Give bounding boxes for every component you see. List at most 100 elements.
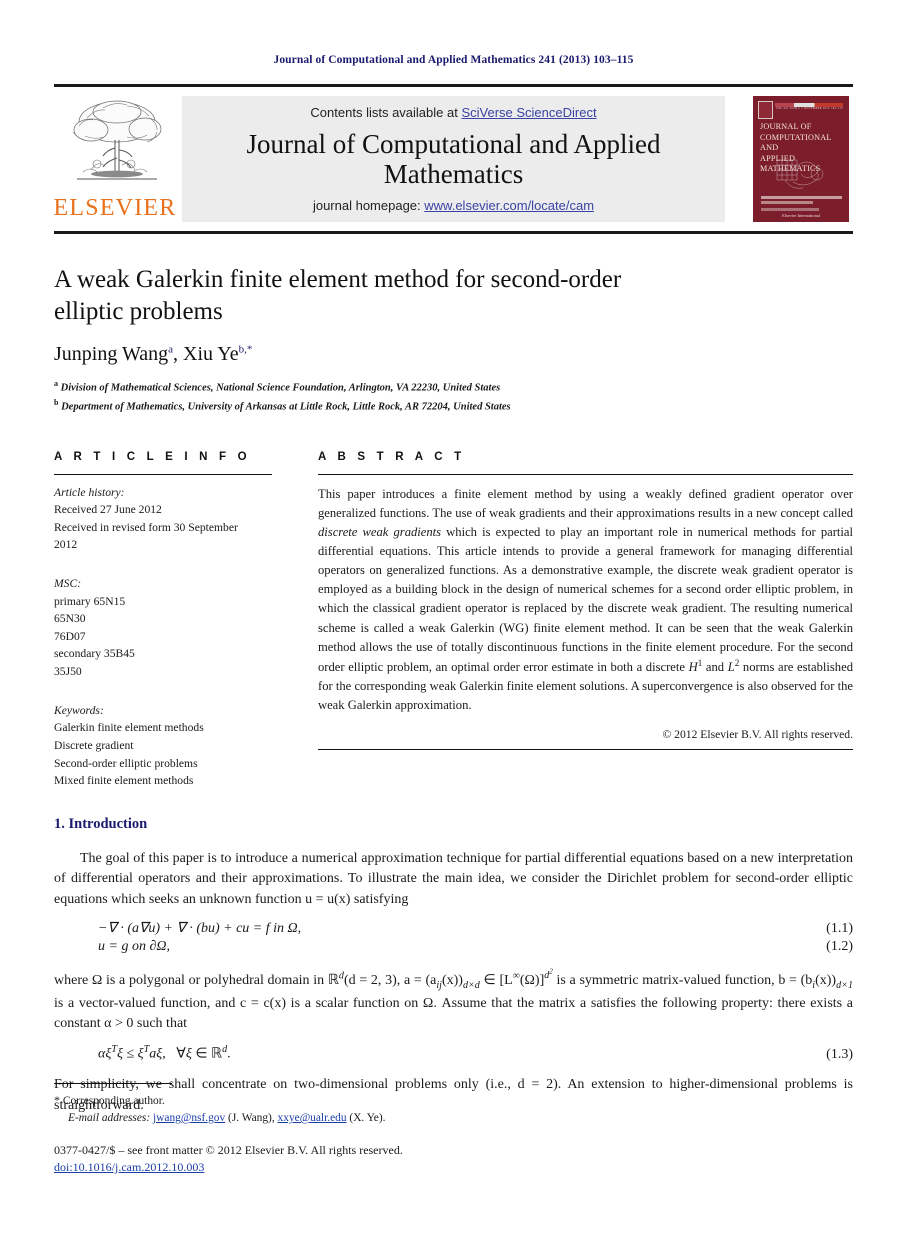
- abstract-copyright: © 2012 Elsevier B.V. All rights reserved…: [662, 728, 853, 742]
- cover-footer-rule-1: [761, 196, 842, 199]
- author-2-affil-mark: b,*: [238, 343, 253, 356]
- page-footer: * Corresponding author. E-mail addresses…: [54, 1082, 853, 1176]
- equation-1-2-number: (1.2): [826, 939, 853, 955]
- para2-dx1-sub: d×1: [836, 979, 853, 991]
- article-history-line-2: Received in revised form 30 September: [54, 520, 238, 534]
- para2-f: is a symmetric matrix-valued function, b…: [552, 973, 813, 989]
- abstract-bottom-rule: [318, 749, 853, 751]
- masthead-bottom-rule: [54, 231, 853, 234]
- abstract-column: A B S T R A C T This paper introduces a …: [318, 451, 853, 751]
- para2-h: is a vector-valued function, and c = c(x…: [54, 995, 853, 1031]
- equation-1-3: αξTξ ≤ ξTaξ, ∀ξ ∈ ℝd. (1.3): [54, 1044, 853, 1063]
- doi-link[interactable]: doi:10.1016/j.cam.2012.10.003: [54, 1160, 204, 1174]
- elsevier-logo: ELSEVIER: [54, 96, 182, 222]
- cover-title-line2: COMPUTATIONAL AND: [760, 132, 832, 153]
- email-link-1[interactable]: jwang@nsf.gov: [153, 1112, 225, 1124]
- para2-g: (x)): [815, 973, 837, 989]
- equation-1-3-body: αξTξ ≤ ξTaξ, ∀ξ ∈ ℝd.: [98, 1044, 231, 1063]
- cover-title-line1: JOURNAL OF: [760, 122, 812, 131]
- email-label: E-mail addresses:: [68, 1111, 151, 1124]
- masthead: ELSEVIER Contents lists available at Sci…: [54, 84, 853, 222]
- para2-b: (d = 2, 3), a = (a: [343, 973, 437, 989]
- cover-artwork: [775, 158, 829, 192]
- sciencedirect-link[interactable]: SciVerse ScienceDirect: [461, 105, 596, 120]
- affiliation-b-text: Department of Mathematics, University of…: [61, 401, 511, 413]
- cover-micro-text: VOL 241 ISSN 21 NOVEMBER 2012 103–115: [776, 107, 843, 110]
- equation-1-1-body: −∇ · (a∇u) + ∇ · (bu) + cu = f in Ω,: [98, 921, 302, 937]
- msc-line-2: 65N30: [54, 612, 86, 626]
- para2-d: ∈ [L: [479, 973, 513, 989]
- contents-prefix: Contents lists available at: [310, 104, 462, 120]
- author-1: Junping Wang: [54, 343, 169, 365]
- footer-imprint: 0377-0427/$ – see front matter © 2012 El…: [54, 1143, 853, 1176]
- homepage-prefix: journal homepage:: [312, 198, 425, 214]
- journal-banner: Contents lists available at SciVerse Sci…: [182, 96, 725, 222]
- info-spacer-1: [54, 554, 272, 566]
- journal-homepage-link[interactable]: www.elsevier.com/locate/cam: [424, 198, 594, 213]
- abstract-text: This paper introduces a finite element m…: [318, 485, 853, 716]
- journal-cover: VOL 241 ISSN 21 NOVEMBER 2012 103–115 JOUR…: [749, 96, 853, 222]
- cover-footer-rule-3: [761, 208, 819, 211]
- keyword-3: Second-order elliptic problems: [54, 756, 198, 770]
- article-page: Journal of Computational and Applied Mat…: [0, 0, 907, 1238]
- msc-line-5: 35J50: [54, 665, 82, 679]
- running-head: Journal of Computational and Applied Mat…: [273, 54, 634, 66]
- corresponding-author-text: Corresponding author.: [62, 1094, 165, 1107]
- para2-dxd-sub: d×d: [462, 979, 480, 991]
- journal-homepage-line: journal homepage: www.elsevier.com/locat…: [313, 198, 594, 213]
- affiliation-a-text: Division of Mathematical Sciences, Natio…: [60, 382, 501, 394]
- msc-block: MSC: primary 65N15 65N30 76D07 secondary…: [54, 575, 272, 681]
- affiliation-b: b Department of Mathematics, University …: [54, 397, 853, 416]
- equation-1-3-number: (1.3): [826, 1047, 853, 1063]
- corresponding-author-note: * Corresponding author.: [54, 1091, 853, 1110]
- affiliation-b-mark: b: [54, 398, 59, 408]
- email-addresses-note: E-mail addresses: jwang@nsf.gov (J. Wang…: [54, 1110, 853, 1127]
- journal-title: Journal of Computational and Applied Mat…: [246, 128, 661, 189]
- abstract-part-3: and: [702, 660, 728, 675]
- para2-d2-exponent: d2: [544, 968, 553, 982]
- footnote-rule: [54, 1082, 172, 1084]
- introduction-paragraph-1: The goal of this paper is to introduce a…: [54, 850, 853, 907]
- para2-a: where Ω is a polygonal or polyhedral dom…: [54, 973, 339, 989]
- article-info-column: A R T I C L E I N F O Article history: R…: [54, 451, 272, 790]
- equation-block-2: αξTξ ≤ ξTaξ, ∀ξ ∈ ℝd. (1.3): [54, 1044, 853, 1063]
- abstract-part-2: which is expected to play an important r…: [318, 524, 853, 675]
- title-block: A weak Galerkin finite element method fo…: [54, 264, 853, 417]
- article-history-line-3: 2012: [54, 538, 78, 552]
- author-separator: ,: [173, 343, 184, 365]
- msc-line-3: 76D07: [54, 629, 86, 643]
- para2-infinity-exponent: ∞: [512, 970, 520, 982]
- contents-line: Contents lists available at SciVerse Sci…: [310, 105, 596, 120]
- author-list: Junping Wanga, Xiu Yeb,*: [54, 343, 853, 366]
- equation-1-1: −∇ · (a∇u) + ∇ · (bu) + cu = f in Ω, (1.…: [54, 920, 853, 937]
- para2-e: (Ω)]: [519, 973, 545, 989]
- keywords-block: Keywords: Galerkin finite element method…: [54, 702, 272, 790]
- article-history-line-1: Received 27 June 2012: [54, 503, 162, 517]
- article-info-rule: [54, 473, 272, 475]
- page-title: A weak Galerkin finite element method fo…: [54, 266, 622, 325]
- asterisk-icon: *: [54, 1092, 60, 1107]
- msc-line-4: secondary 35B45: [54, 647, 135, 661]
- abstract-part-1: This paper introduces a finite element m…: [318, 486, 853, 520]
- info-abstract-row: A R T I C L E I N F O Article history: R…: [54, 451, 853, 790]
- abstract-norm-l2: L: [727, 660, 735, 675]
- info-spacer-2: [54, 681, 272, 693]
- cover-footer-rule-2: [761, 201, 813, 204]
- affiliation-a-mark: a: [54, 379, 58, 388]
- affiliation-a: a Division of Mathematical Sciences, Nat…: [54, 378, 853, 397]
- abstract-heading: A B S T R A C T: [318, 450, 466, 463]
- abstract-rule: [318, 473, 853, 475]
- email-2-owner: (X. Ye).: [346, 1111, 386, 1124]
- abstract-norm-h1: H: [688, 660, 698, 675]
- article-info-heading: A R T I C L E I N F O: [54, 450, 251, 463]
- introduction-section: 1. Introduction The goal of this paper i…: [54, 816, 853, 1116]
- introduction-heading: 1. Introduction: [54, 815, 148, 832]
- cover-brand: Elsevier International: [782, 213, 820, 218]
- elsevier-tree-icon: [61, 96, 169, 192]
- email-link-2[interactable]: xxye@ualr.edu: [278, 1112, 347, 1124]
- affiliation-list: a Division of Mathematical Sciences, Nat…: [54, 378, 853, 417]
- author-2: Xiu Ye: [183, 343, 239, 365]
- article-history: Article history: Received 27 June 2012 R…: [54, 484, 272, 554]
- equation-1-2: u = g on ∂Ω, (1.2): [54, 939, 853, 955]
- elsevier-wordmark: ELSEVIER: [53, 195, 177, 221]
